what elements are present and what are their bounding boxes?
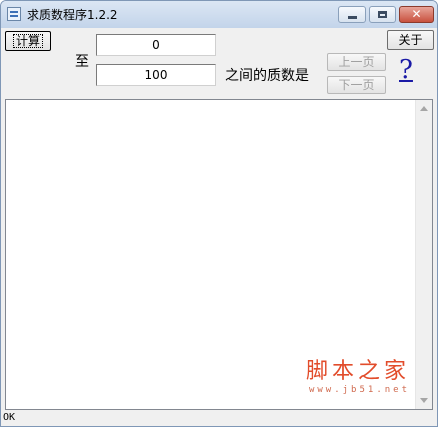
- watermark-title: 脚本之家: [305, 359, 410, 384]
- range-start-input[interactable]: 0: [96, 34, 216, 56]
- maximize-button[interactable]: [369, 6, 396, 23]
- maximize-icon: [378, 11, 387, 18]
- window-title: 求质数程序1.2.2: [27, 8, 118, 22]
- minimize-icon: [348, 16, 357, 19]
- results-textarea[interactable]: 脚本之家 www.jb51.net: [5, 99, 433, 410]
- primes-between-label: 之间的质数是: [225, 68, 309, 84]
- range-end-input[interactable]: 100: [96, 64, 216, 86]
- vertical-scrollbar[interactable]: [415, 100, 432, 409]
- client-area: 计算 至 0 100 之间的质数是 上一页 下一页 关于 ? 脚本之家 www.…: [1, 28, 437, 426]
- app-icon: [7, 7, 21, 21]
- minimize-button[interactable]: [338, 6, 366, 23]
- title-bar[interactable]: 求质数程序1.2.2 ✕: [1, 1, 437, 28]
- close-button[interactable]: ✕: [399, 6, 434, 23]
- status-bar: OK: [3, 412, 16, 423]
- close-icon: ✕: [411, 7, 422, 21]
- watermark: 脚本之家 www.jb51.net: [306, 359, 410, 395]
- calculate-button-label: 计算: [12, 34, 43, 48]
- app-window: 求质数程序1.2.2 ✕ 计算 至 0 100 之间的质数是 上一页 下一页 关…: [0, 0, 438, 427]
- scroll-up-arrow-icon[interactable]: [420, 106, 428, 111]
- range-to-label: 至: [75, 54, 89, 70]
- calculate-button[interactable]: 计算: [5, 31, 51, 51]
- watermark-url: www.jb51.net: [308, 385, 410, 395]
- previous-page-button[interactable]: 上一页: [327, 53, 386, 71]
- help-link[interactable]: ?: [399, 54, 413, 86]
- next-page-button[interactable]: 下一页: [327, 76, 386, 94]
- scroll-down-arrow-icon[interactable]: [420, 398, 428, 403]
- about-button[interactable]: 关于: [387, 30, 434, 50]
